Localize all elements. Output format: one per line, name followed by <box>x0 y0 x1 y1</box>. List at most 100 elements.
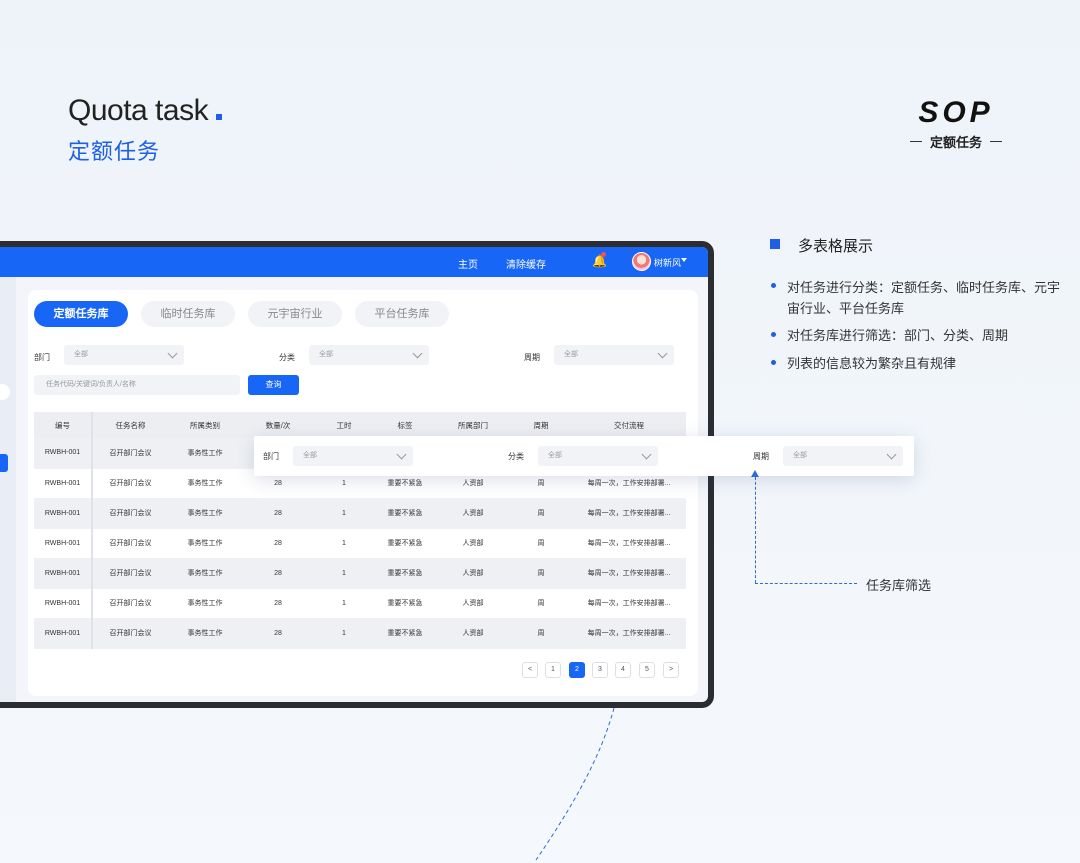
dept-label: 部门 <box>34 353 50 362</box>
table-cell: 每周一次，工作安排部署... <box>572 618 686 649</box>
category-label: 分类 <box>279 353 295 362</box>
table-cell: 人资部 <box>436 588 510 619</box>
table-cell: 每周一次，工作安排部署... <box>572 498 686 529</box>
table-cell: 事务性工作 <box>168 468 242 499</box>
bullet-dot <box>771 360 776 365</box>
page-button[interactable]: 1 <box>545 662 561 678</box>
col-header: 所属部门 <box>436 412 510 438</box>
table-cell: 28 <box>242 588 314 619</box>
table-cell: 周 <box>510 498 572 529</box>
page-button[interactable]: 5 <box>639 662 655 678</box>
table-row[interactable]: RWBH-001 召开部门会议 事务性工作 28 1 重要不紧急 人资部周每周一次，工作安排… <box>34 558 686 589</box>
left-panel <box>0 277 16 702</box>
table-cell: RWBH-001 <box>34 588 93 619</box>
bullet-text: 对任务进行分类：定额任务、临时任务库、元宇宙行业、平台任务库 <box>787 280 1061 316</box>
pagination: < 1 2 3 4 5 > <box>522 662 682 678</box>
page-button[interactable]: 3 <box>592 662 608 678</box>
page-title-en: Quota task <box>68 94 223 128</box>
query-button[interactable]: 查询 <box>248 375 299 395</box>
nav-home[interactable]: 主页 <box>458 256 478 271</box>
next-page-button[interactable]: > <box>663 662 679 678</box>
popup-dept-select[interactable]: 全部 <box>293 446 413 466</box>
popup-dept-label: 部门 <box>263 452 279 461</box>
table-cell: 召开部门会议 <box>92 528 168 559</box>
chevron-down-icon <box>657 348 668 359</box>
username[interactable]: 树新风 <box>654 256 681 269</box>
search-input[interactable]: 任务代码/关键词/负责人/名称 <box>34 375 240 395</box>
col-header: 所属类别 <box>168 412 242 438</box>
popup-filter-bar: 部门 全部 分类 全部 周期 全部 <box>254 436 914 476</box>
nav-clear-cache[interactable]: 清除缓存 <box>506 256 546 271</box>
decorative-curve <box>535 707 615 861</box>
popup-category-select[interactable]: 全部 <box>538 446 658 466</box>
table-cell: 人资部 <box>436 528 510 559</box>
table-row[interactable]: RWBH-001 召开部门会议 事务性工作 28 1 重要不紧急 人资部周每周一次，工作安排… <box>34 618 686 649</box>
chevron-down-icon <box>396 449 407 460</box>
table-header: 编号 任务名称 所属类别 数量/次 工时 标签 所属部门 周期 交付流程 <box>34 412 686 438</box>
table-row[interactable]: RWBH-001 召开部门会议 事务性工作 28 1 重要不紧急 人资部周每周一次，工作安排… <box>34 588 686 619</box>
annotation-line <box>755 477 756 583</box>
tab-temporary[interactable]: 临时任务库 <box>141 301 235 327</box>
table-cell: 重要不紧急 <box>374 528 436 559</box>
table-cell: 周 <box>510 618 572 649</box>
avatar[interactable] <box>632 252 651 271</box>
table-cell: 重要不紧急 <box>374 618 436 649</box>
page-button[interactable]: 4 <box>615 662 631 678</box>
tab-platform[interactable]: 平台任务库 <box>355 301 449 327</box>
table-cell: 每周一次，工作安排部署... <box>572 558 686 589</box>
col-header: 交付流程 <box>572 412 686 438</box>
table-cell: 1 <box>314 618 374 649</box>
table-cell: RWBH-001 <box>34 618 93 649</box>
table-cell: RWBH-001 <box>34 528 93 559</box>
table-cell: 召开部门会议 <box>92 558 168 589</box>
bullet-text: 对任务库进行筛选：部门、分类、周期 <box>787 328 1009 343</box>
table-cell: 28 <box>242 618 314 649</box>
table-cell: RWBH-001 <box>34 558 93 589</box>
table-cell: 1 <box>314 588 374 619</box>
table-cell: 事务性工作 <box>168 438 242 469</box>
bullet-dot <box>771 283 776 288</box>
chevron-down-icon[interactable] <box>681 258 687 262</box>
table-row[interactable]: RWBH-001 召开部门会议 事务性工作 28 1 重要不紧急 人资部周每周一次，工作安排… <box>34 498 686 529</box>
col-header: 标签 <box>374 412 436 438</box>
table-cell: 28 <box>242 558 314 589</box>
arrow-up-icon <box>751 470 759 477</box>
table-cell: 每周一次，工作安排部署... <box>572 588 686 619</box>
table-cell: 1 <box>314 528 374 559</box>
table-cell: 事务性工作 <box>168 528 242 559</box>
popup-category-label: 分类 <box>508 452 524 461</box>
chevron-down-icon <box>412 348 423 359</box>
table-cell: 重要不紧急 <box>374 588 436 619</box>
table-cell: RWBH-001 <box>34 468 93 499</box>
tab-quota[interactable]: 定额任务库 <box>34 301 128 327</box>
side-indicator[interactable] <box>0 454 8 472</box>
brand-subtitle: 定额任务 <box>896 132 1016 151</box>
table-cell: 周 <box>510 588 572 619</box>
table-cell: 召开部门会议 <box>92 618 168 649</box>
table-cell: 召开部门会议 <box>92 498 168 529</box>
table-cell: 召开部门会议 <box>92 468 168 499</box>
table-cell: RWBH-001 <box>34 438 93 469</box>
table-cell: 1 <box>314 498 374 529</box>
table-cell: 事务性工作 <box>168 618 242 649</box>
popup-period-select[interactable]: 全部 <box>783 446 903 466</box>
brand-block: SOP 定额任务 <box>896 96 1016 151</box>
table-cell: RWBH-001 <box>34 498 93 529</box>
table-cell: 重要不紧急 <box>374 498 436 529</box>
dept-select[interactable]: 全部 <box>64 345 184 365</box>
page-button-current[interactable]: 2 <box>569 662 585 678</box>
table-cell: 事务性工作 <box>168 588 242 619</box>
table-row[interactable]: RWBH-001 召开部门会议 事务性工作 28 1 重要不紧急 人资部周每周一次，工作安排… <box>34 528 686 559</box>
category-select[interactable]: 全部 <box>309 345 429 365</box>
prev-page-button[interactable]: < <box>522 662 538 678</box>
side-handle[interactable] <box>0 384 10 400</box>
period-select[interactable]: 全部 <box>554 345 674 365</box>
col-header: 工时 <box>314 412 374 438</box>
annotation-line <box>755 583 857 584</box>
col-header: 编号 <box>34 412 93 438</box>
chevron-down-icon <box>167 348 178 359</box>
col-header: 任务名称 <box>92 412 168 438</box>
main-card: 定额任务库 临时任务库 元宇宙行业 平台任务库 部门 全部 分类 全部 周期 全… <box>28 290 698 696</box>
tab-metaverse[interactable]: 元宇宙行业 <box>248 301 342 327</box>
table-cell: 1 <box>314 558 374 589</box>
